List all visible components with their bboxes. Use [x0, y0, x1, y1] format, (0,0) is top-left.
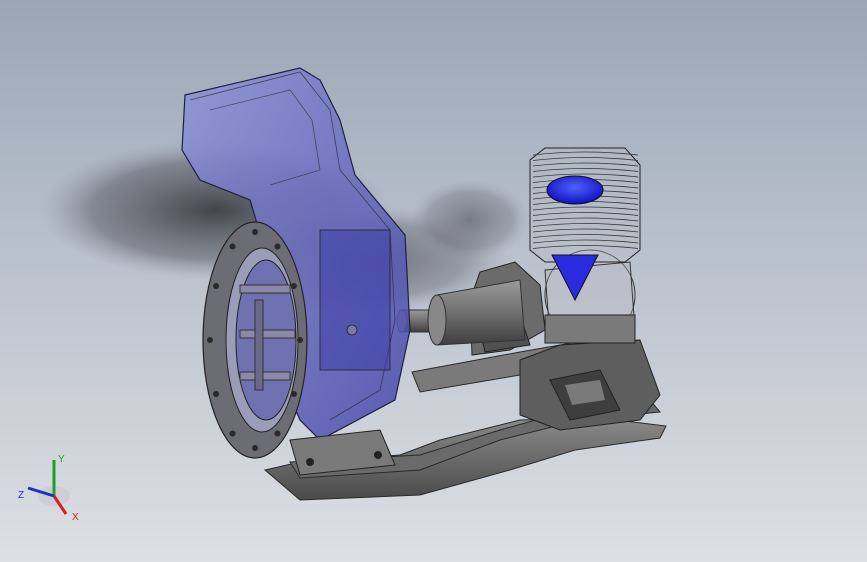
- flange-bolt-hole: [207, 337, 213, 343]
- flange-bolt-hole: [274, 430, 281, 437]
- flange-bolt-hole: [229, 430, 236, 437]
- flange-bolt-hole: [213, 283, 220, 289]
- flange-bolt-hole: [252, 229, 258, 235]
- flange-bolt-hole: [297, 337, 303, 343]
- 3d-model-view[interactable]: [0, 0, 867, 562]
- x-axis-label: X: [72, 512, 79, 523]
- flange-bolt-hole: [274, 243, 281, 250]
- flange-bolt-hole: [290, 283, 297, 289]
- orientation-triad[interactable]: Y Z X: [14, 448, 94, 528]
- z-axis-label: Z: [18, 490, 24, 501]
- flange-bolt-hole: [213, 391, 220, 397]
- flange-bolt-hole: [252, 445, 258, 451]
- graphics-viewport[interactable]: Y Z X: [0, 0, 867, 562]
- flange-bolt-hole: [229, 243, 236, 250]
- flange-bolt-hole: [290, 391, 297, 397]
- y-axis-label: Y: [58, 454, 65, 465]
